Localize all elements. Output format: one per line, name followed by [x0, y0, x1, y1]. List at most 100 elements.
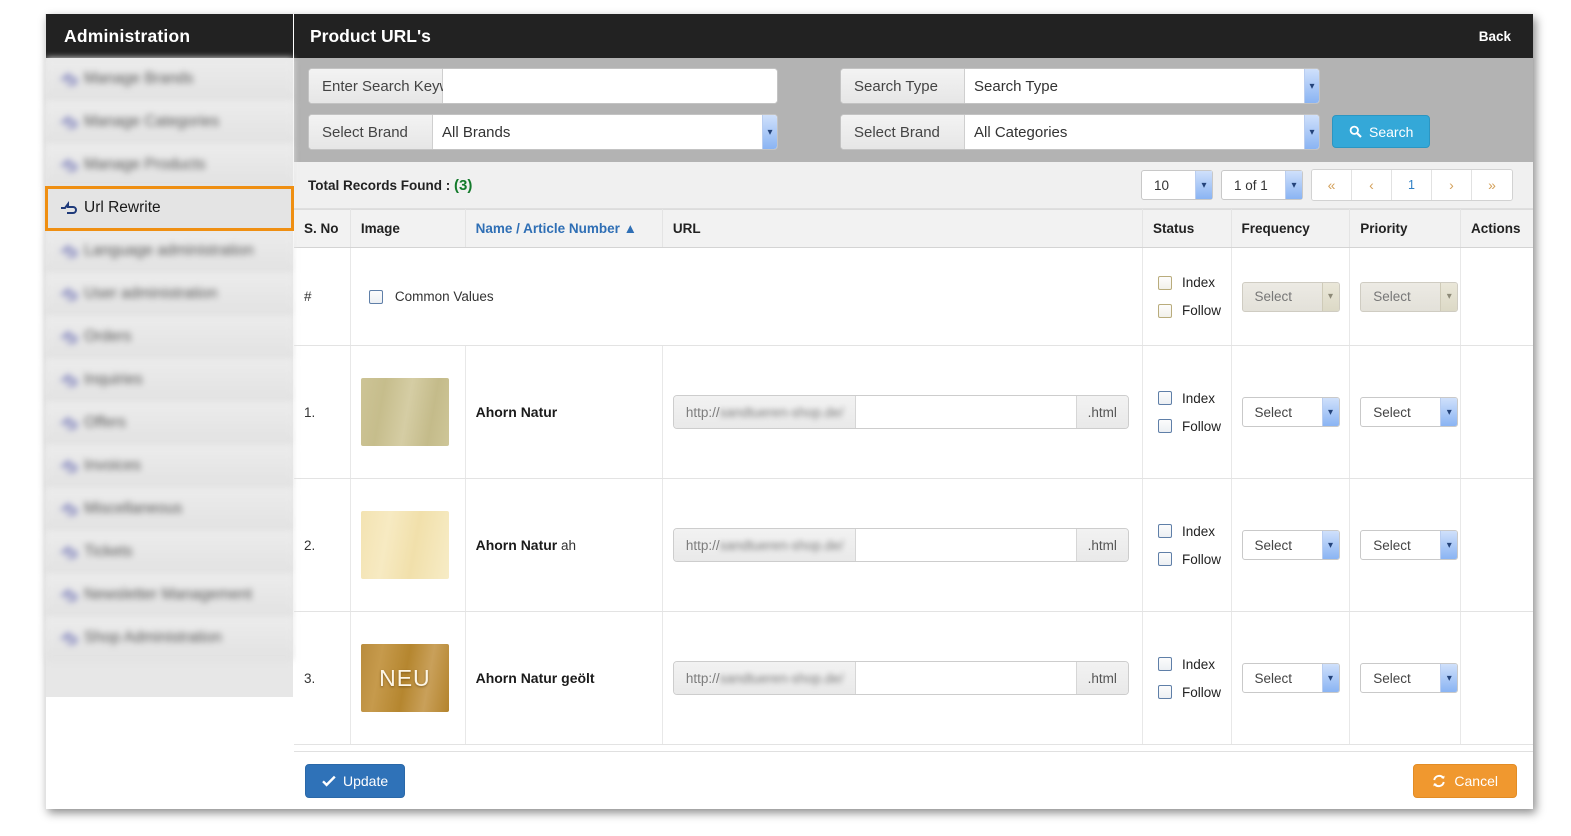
chevron-left-icon: ‹ — [1369, 177, 1374, 193]
update-button[interactable]: Update — [305, 764, 405, 798]
prev-page-button[interactable]: ‹ — [1352, 170, 1392, 200]
sidebar-item-manage-products[interactable]: Manage Products — [46, 144, 293, 187]
chevron-down-icon: ▾ — [1322, 664, 1339, 692]
sidebar-item-language-administration[interactable]: Language administration — [46, 230, 293, 273]
follow-checkbox[interactable] — [1158, 685, 1172, 699]
common-status-cell: Index Follow — [1142, 248, 1231, 346]
page-of-dropdown[interactable]: 1 of 1 ▾ — [1221, 170, 1303, 200]
common-actions-cell — [1460, 248, 1533, 346]
content-header: Product URL's Back — [294, 14, 1533, 58]
url-input-group: http://sandtueren-shop.de/ .html — [673, 661, 1129, 695]
sidebar-item-manage-categories[interactable]: Manage Categories — [46, 101, 293, 144]
cancel-button[interactable]: Cancel — [1413, 764, 1517, 798]
select-brand-dropdown[interactable]: All Brands ▾ — [433, 115, 777, 149]
sidebar-item-manage-brands[interactable]: Manage Brands — [46, 58, 293, 101]
common-index-checkbox[interactable] — [1158, 276, 1172, 290]
search-right-fields: Search Type Search Type ▾ Select Brand A… — [840, 68, 1320, 150]
sidebar-item-inquiries[interactable]: Inquiries — [46, 359, 293, 402]
column-header-name-article[interactable]: Name / Article Number ▲ — [465, 210, 662, 248]
pointer-icon — [60, 330, 77, 345]
product-urls-table-wrapper: S. No Image Name / Article Number ▲ URL … — [294, 209, 1533, 751]
new-badge: NEU — [361, 644, 449, 712]
pointer-icon — [60, 545, 77, 560]
last-page-button[interactable]: » — [1472, 170, 1512, 200]
sidebar-item-invoices[interactable]: Invoices — [46, 445, 293, 488]
search-icon — [1349, 125, 1362, 138]
records-bar: Total Records Found : (3) 10 ▾ 1 of 1 ▾ … — [294, 162, 1533, 209]
pointer-icon — [60, 244, 77, 259]
common-frequency-value: Select — [1255, 289, 1293, 304]
select-brand-label: Select Brand — [309, 115, 433, 149]
priority-dropdown[interactable]: Select ▾ — [1360, 397, 1458, 427]
select-category-value: All Categories — [974, 124, 1067, 141]
sidebar-item-miscellaneous[interactable]: Miscellaneous — [46, 488, 293, 531]
follow-label: Follow — [1182, 685, 1221, 700]
common-follow-row: Follow — [1158, 303, 1221, 318]
row-priority-cell: Select ▾ — [1350, 479, 1461, 612]
frequency-value: Select — [1255, 671, 1293, 686]
url-slug-input[interactable] — [856, 529, 1075, 561]
table-row: 3. NEU Ahorn Natur geölt — [294, 612, 1533, 745]
column-header-image: Image — [350, 210, 465, 248]
row-actions-cell — [1460, 479, 1533, 612]
common-priority-dropdown[interactable]: Select ▾ — [1360, 282, 1458, 312]
search-type-dropdown[interactable]: Search Type ▾ — [965, 69, 1319, 103]
sidebar-item-label: User administration — [84, 284, 218, 303]
sidebar-item-orders[interactable]: Orders — [46, 316, 293, 359]
common-follow-checkbox[interactable] — [1158, 304, 1172, 318]
page-size-dropdown[interactable]: 10 ▾ — [1141, 170, 1213, 200]
priority-dropdown[interactable]: Select ▾ — [1360, 530, 1458, 560]
row-sno-cell: 2. — [294, 479, 350, 612]
page-size-value: 10 — [1154, 178, 1169, 193]
pointer-icon — [60, 588, 77, 603]
row-image-cell — [350, 479, 465, 612]
select-category-group: Select Brand All Categories ▾ — [840, 114, 1320, 150]
search-keywords-input[interactable] — [443, 69, 777, 103]
current-page-button[interactable]: 1 — [1392, 170, 1432, 200]
frequency-dropdown[interactable]: Select ▾ — [1242, 397, 1340, 427]
refresh-icon — [1432, 774, 1446, 788]
sidebar-item-shop-administration[interactable]: Shop Administration — [46, 617, 293, 660]
sidebar-item-newsletter-management[interactable]: Newsletter Management — [46, 574, 293, 617]
select-category-dropdown[interactable]: All Categories ▾ — [965, 115, 1319, 149]
frequency-dropdown[interactable]: Select ▾ — [1242, 663, 1340, 693]
common-sno-cell: # — [294, 248, 350, 346]
url-suffix-addon: .html — [1076, 662, 1128, 694]
search-right-column: Search Type Search Type ▾ Select Brand A… — [840, 68, 1430, 150]
row-name-cell: Ahorn Natur geölt — [465, 612, 662, 745]
common-index-row: Index — [1158, 275, 1221, 290]
index-checkbox[interactable] — [1158, 391, 1172, 405]
pointer-icon — [60, 502, 77, 517]
common-frequency-dropdown[interactable]: Select ▾ — [1242, 282, 1340, 312]
row-url-cell: http://sandtueren-shop.de/ .html — [662, 346, 1142, 479]
url-slug-input[interactable] — [856, 662, 1075, 694]
priority-dropdown[interactable]: Select ▾ — [1360, 663, 1458, 693]
search-button[interactable]: Search — [1332, 115, 1430, 148]
follow-checkbox[interactable] — [1158, 552, 1172, 566]
sidebar-item-url-rewrite[interactable]: Url Rewrite — [46, 187, 293, 230]
url-scheme: http:// — [686, 671, 720, 686]
frequency-value: Select — [1255, 405, 1293, 420]
sidebar-item-offers[interactable]: Offers — [46, 402, 293, 445]
pointer-icon — [60, 373, 77, 388]
first-page-button[interactable]: « — [1312, 170, 1352, 200]
common-values-checkbox[interactable] — [369, 290, 383, 304]
follow-checkbox[interactable] — [1158, 419, 1172, 433]
row-image-cell — [350, 346, 465, 479]
frequency-dropdown[interactable]: Select ▾ — [1242, 530, 1340, 560]
url-slug-input[interactable] — [856, 396, 1075, 428]
search-keywords-label: Enter Search Keywords Here — [309, 69, 443, 103]
sidebar-item-tickets[interactable]: Tickets — [46, 531, 293, 574]
sidebar: Administration Manage Brands Manage Cate… — [46, 14, 293, 809]
search-type-label: Search Type — [841, 69, 965, 103]
next-page-button[interactable]: › — [1432, 170, 1472, 200]
index-checkbox[interactable] — [1158, 657, 1172, 671]
row-url-cell: http://sandtueren-shop.de/ .html — [662, 612, 1142, 745]
index-checkbox[interactable] — [1158, 524, 1172, 538]
row-frequency-cell: Select ▾ — [1231, 479, 1350, 612]
common-frequency-cell: Select ▾ — [1231, 248, 1350, 346]
column-header-status: Status — [1142, 210, 1231, 248]
back-link[interactable]: Back — [1479, 29, 1511, 44]
sidebar-item-user-administration[interactable]: User administration — [46, 273, 293, 316]
pointer-icon — [60, 201, 77, 216]
